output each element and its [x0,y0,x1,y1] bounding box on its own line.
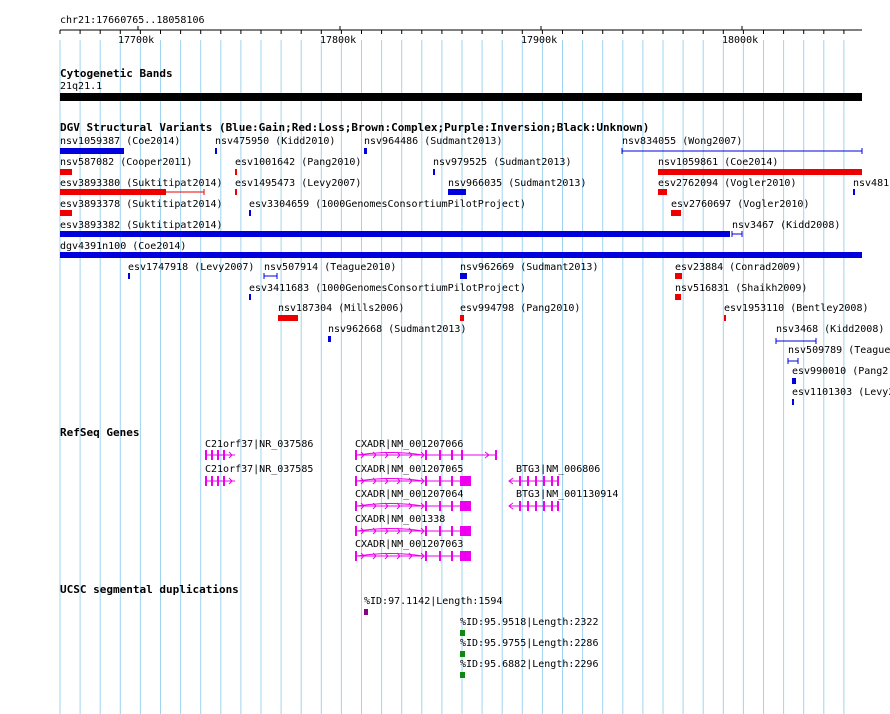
gene-model[interactable] [355,476,471,486]
segdup-label[interactable]: %ID:95.6882|Length:2296 [460,659,598,670]
track-title-segdup[interactable]: UCSC segmental duplications [60,584,239,596]
gene-model[interactable] [508,476,559,486]
segdup-label[interactable]: %ID:95.9755|Length:2286 [460,638,598,649]
gene-model[interactable] [508,501,559,511]
gene-model[interactable] [355,501,471,511]
segdup-bar[interactable] [460,672,465,678]
segdup-label[interactable]: %ID:97.1142|Length:1594 [364,596,502,607]
segdup-bar[interactable] [364,609,368,615]
gene-model[interactable] [355,551,471,561]
gene-model[interactable] [205,476,235,486]
gene-model[interactable] [355,526,471,536]
segdup-label[interactable]: %ID:95.9518|Length:2322 [460,617,598,628]
segdup-bar[interactable] [460,630,465,636]
gene-model[interactable] [205,450,235,460]
segdup-bar[interactable] [460,651,465,657]
